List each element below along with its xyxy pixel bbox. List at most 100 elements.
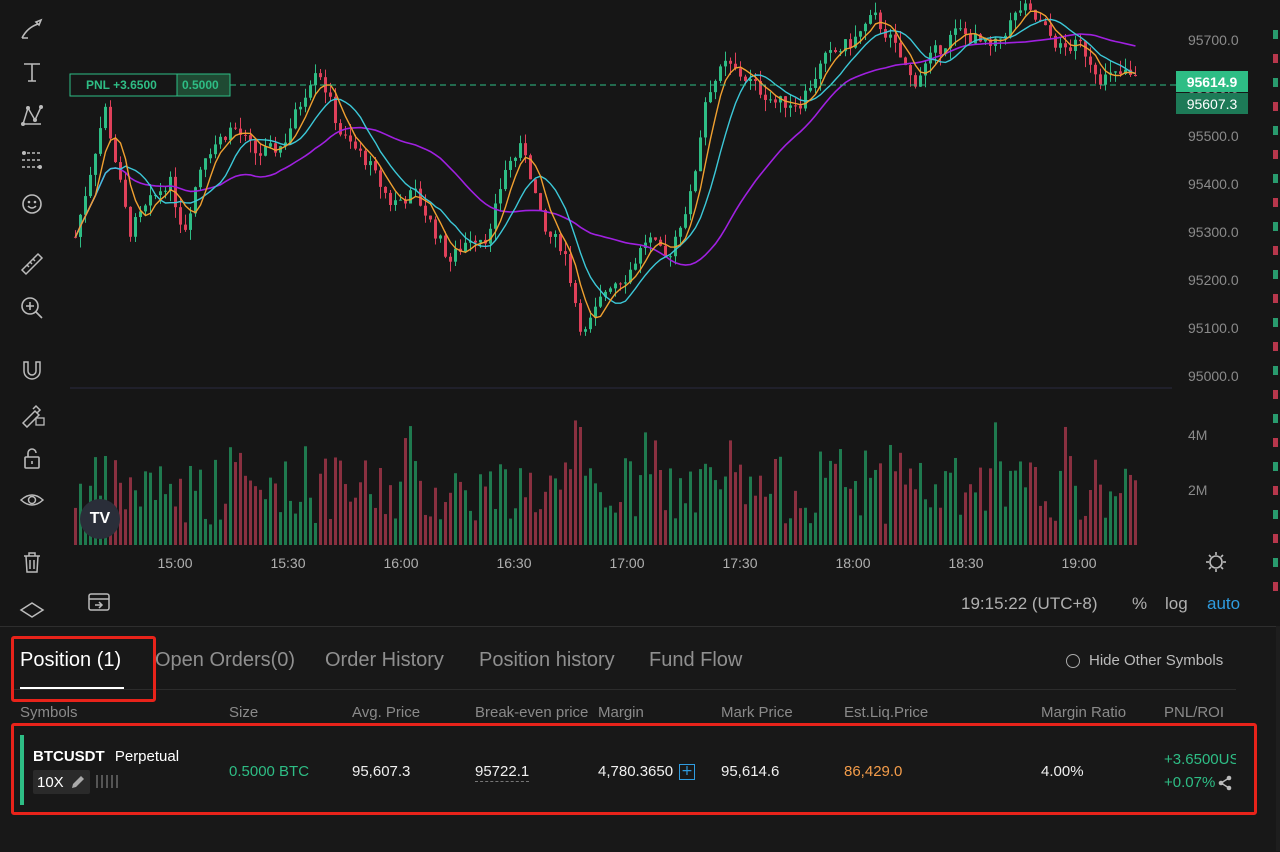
volume-bar xyxy=(1024,487,1027,545)
volume-bar xyxy=(224,503,227,545)
time-tick-label: 19:00 xyxy=(1061,555,1096,571)
trash-icon[interactable] xyxy=(14,544,50,580)
leverage-badge[interactable]: 10X xyxy=(33,770,90,794)
candle-body xyxy=(1019,10,1022,13)
hide-other-symbols-toggle[interactable]: Hide Other Symbols xyxy=(1066,652,1223,669)
volume-bar xyxy=(484,486,487,545)
mark-price-value: 95,614.6 xyxy=(721,763,780,780)
volume-bar xyxy=(279,512,282,545)
volume-bar xyxy=(1079,519,1082,545)
emoji-tool-icon[interactable] xyxy=(14,186,50,222)
volume-bar xyxy=(559,489,562,545)
volume-bar xyxy=(1114,496,1117,545)
candle-body xyxy=(384,186,387,193)
lock-drawing-icon[interactable] xyxy=(14,396,50,432)
volume-bar xyxy=(1004,506,1007,545)
edit-pencil-icon[interactable] xyxy=(70,774,86,790)
log-scale-toggle[interactable]: log xyxy=(1165,594,1188,614)
volume-bar xyxy=(839,449,842,545)
candle-body xyxy=(624,282,627,284)
volume-bar xyxy=(164,494,167,545)
volume-bar xyxy=(979,467,982,545)
volume-bar xyxy=(674,518,677,545)
candle-body xyxy=(764,94,767,100)
time-axis[interactable]: 15:00 15:30 16:00 16:30 17:00 17:30 18:00 18:30… xyxy=(157,555,1096,571)
candle-body xyxy=(399,199,402,201)
volume-bar xyxy=(134,490,137,545)
volume-bar xyxy=(319,473,322,545)
candle-body xyxy=(149,195,152,206)
volume-bar xyxy=(719,489,722,545)
add-margin-icon[interactable]: + xyxy=(679,764,695,780)
pattern-tool-icon[interactable] xyxy=(14,98,50,134)
candle-body xyxy=(1059,43,1062,48)
zoom-in-icon[interactable] xyxy=(14,290,50,326)
volume-bar xyxy=(229,447,232,545)
auto-scale-toggle[interactable]: auto xyxy=(1207,594,1240,614)
candle-body xyxy=(569,254,572,284)
volume-bar xyxy=(544,491,547,545)
brush-tool-icon[interactable] xyxy=(14,12,50,48)
volume-bar xyxy=(139,506,142,545)
tradingview-logo[interactable]: TV xyxy=(80,499,120,539)
candle-body xyxy=(639,248,642,264)
volume-bar xyxy=(254,486,257,545)
volume-bar xyxy=(904,484,907,545)
candle-body xyxy=(304,97,307,107)
visibility-icon[interactable] xyxy=(14,482,50,518)
position-symbol[interactable]: BTCUSDT Perpetual xyxy=(33,748,179,765)
tab-order-history[interactable]: Order History xyxy=(325,649,444,672)
volume-bar xyxy=(1054,520,1057,545)
order-book-level xyxy=(1273,246,1278,255)
candle-body xyxy=(259,153,262,156)
volume-bar xyxy=(894,471,897,545)
volume-bar xyxy=(249,480,252,545)
tab-fund-flow[interactable]: Fund Flow xyxy=(649,649,742,672)
col-symbols: Symbols xyxy=(20,704,78,721)
price-chart[interactable]: PNL +3.6500 0.5000 95700.095600.095500.0… xyxy=(0,0,1280,625)
tab-open-orders[interactable]: Open Orders(0) xyxy=(155,649,295,672)
volume-bar xyxy=(849,488,852,545)
volume-bar xyxy=(339,460,342,545)
candle-body xyxy=(974,34,977,44)
volume-bar xyxy=(989,468,992,545)
volume-bar xyxy=(209,524,212,545)
share-icon[interactable] xyxy=(1217,775,1233,791)
candle-body xyxy=(1069,47,1072,52)
volume-bar xyxy=(244,475,247,545)
tab-position-history[interactable]: Position history xyxy=(479,649,615,672)
candle-body xyxy=(269,143,272,147)
col-mark-price: Mark Price xyxy=(721,704,793,721)
candle-body xyxy=(464,242,467,252)
order-book-level xyxy=(1273,534,1278,543)
candle-body xyxy=(519,143,522,158)
volume-bar xyxy=(734,472,737,545)
volume-bar xyxy=(124,509,127,545)
volume-bar xyxy=(809,523,812,545)
pnl-label[interactable]: PNL +3.6500 0.5000 xyxy=(69,73,231,97)
volume-bar xyxy=(239,452,242,545)
unlock-icon[interactable] xyxy=(14,440,50,476)
volume-bar xyxy=(1064,426,1067,545)
volume-bar xyxy=(919,462,922,545)
text-tool-icon[interactable] xyxy=(14,54,50,90)
volume-bar xyxy=(829,460,832,545)
candle-body xyxy=(169,176,172,191)
volume-bar xyxy=(654,440,657,545)
tabs-divider xyxy=(12,689,1236,690)
fib-tool-icon[interactable] xyxy=(14,142,50,178)
radio-icon[interactable] xyxy=(1066,653,1080,668)
candle-body xyxy=(89,174,92,197)
ruler-tool-icon[interactable] xyxy=(14,246,50,282)
candle-body xyxy=(144,205,147,212)
candle-body xyxy=(104,106,107,129)
volume-bar xyxy=(359,482,362,545)
percent-scale-toggle[interactable]: % xyxy=(1132,594,1147,614)
symbol-name: BTCUSDT xyxy=(33,748,105,765)
break-even-value[interactable]: 95722.1 xyxy=(475,763,530,782)
volume-bar xyxy=(389,485,392,545)
tab-position[interactable]: Position (1) xyxy=(20,649,121,672)
magnet-icon[interactable] xyxy=(14,352,50,388)
layers-icon[interactable] xyxy=(14,600,50,624)
volume-bar xyxy=(619,502,622,545)
